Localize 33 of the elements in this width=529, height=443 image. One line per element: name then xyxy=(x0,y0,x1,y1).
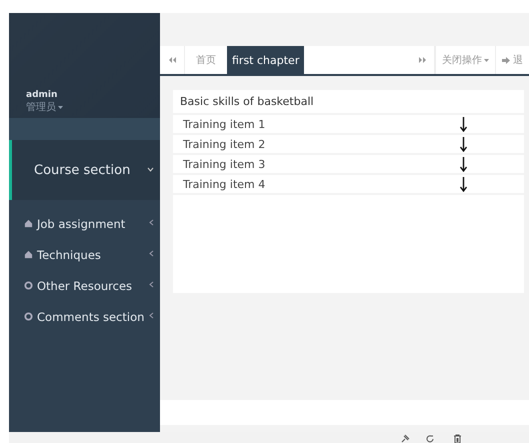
double-left-icon xyxy=(168,57,176,63)
double-right-icon xyxy=(418,57,426,63)
user-role[interactable]: 管理员 xyxy=(26,100,160,114)
chevron-left-icon xyxy=(149,250,154,260)
chevron-left-icon xyxy=(149,312,154,322)
sidebar-item[interactable]: Techniques xyxy=(9,239,160,270)
sidebar-item[interactable]: Comments section xyxy=(9,301,160,332)
chevron-left-icon xyxy=(149,218,154,228)
exit-icon xyxy=(502,56,510,64)
user-name: admin xyxy=(26,90,58,100)
chevron-left-icon xyxy=(149,280,154,290)
down-arrow-icon xyxy=(460,156,467,172)
down-arrow-icon xyxy=(460,136,467,152)
sidebar-item[interactable]: Other Resources xyxy=(9,270,160,301)
down-arrow-icon xyxy=(460,116,467,132)
gear-icon xyxy=(24,281,33,290)
training-item[interactable]: Training item 3 xyxy=(183,158,460,170)
home-icon xyxy=(24,250,33,259)
trash-icon[interactable] xyxy=(453,434,462,443)
gear-icon xyxy=(24,312,33,321)
panel-title: Basic skills of basketball xyxy=(173,90,524,115)
tab[interactable]: first chapter xyxy=(227,46,304,74)
refresh-icon[interactable] xyxy=(425,434,435,443)
pin-icon[interactable] xyxy=(400,434,410,443)
training-item[interactable]: Training item 1 xyxy=(183,118,460,130)
home-icon xyxy=(24,219,33,228)
caret-icon xyxy=(58,106,63,109)
down-arrow-icon xyxy=(460,176,467,192)
training-item[interactable]: Training item 2 xyxy=(183,138,460,150)
caret-icon xyxy=(484,58,489,62)
training-item[interactable]: Training item 4 xyxy=(183,178,460,190)
sidebar-item[interactable]: Job assignment xyxy=(9,208,160,239)
sidebar-item[interactable]: Course section xyxy=(9,140,160,200)
